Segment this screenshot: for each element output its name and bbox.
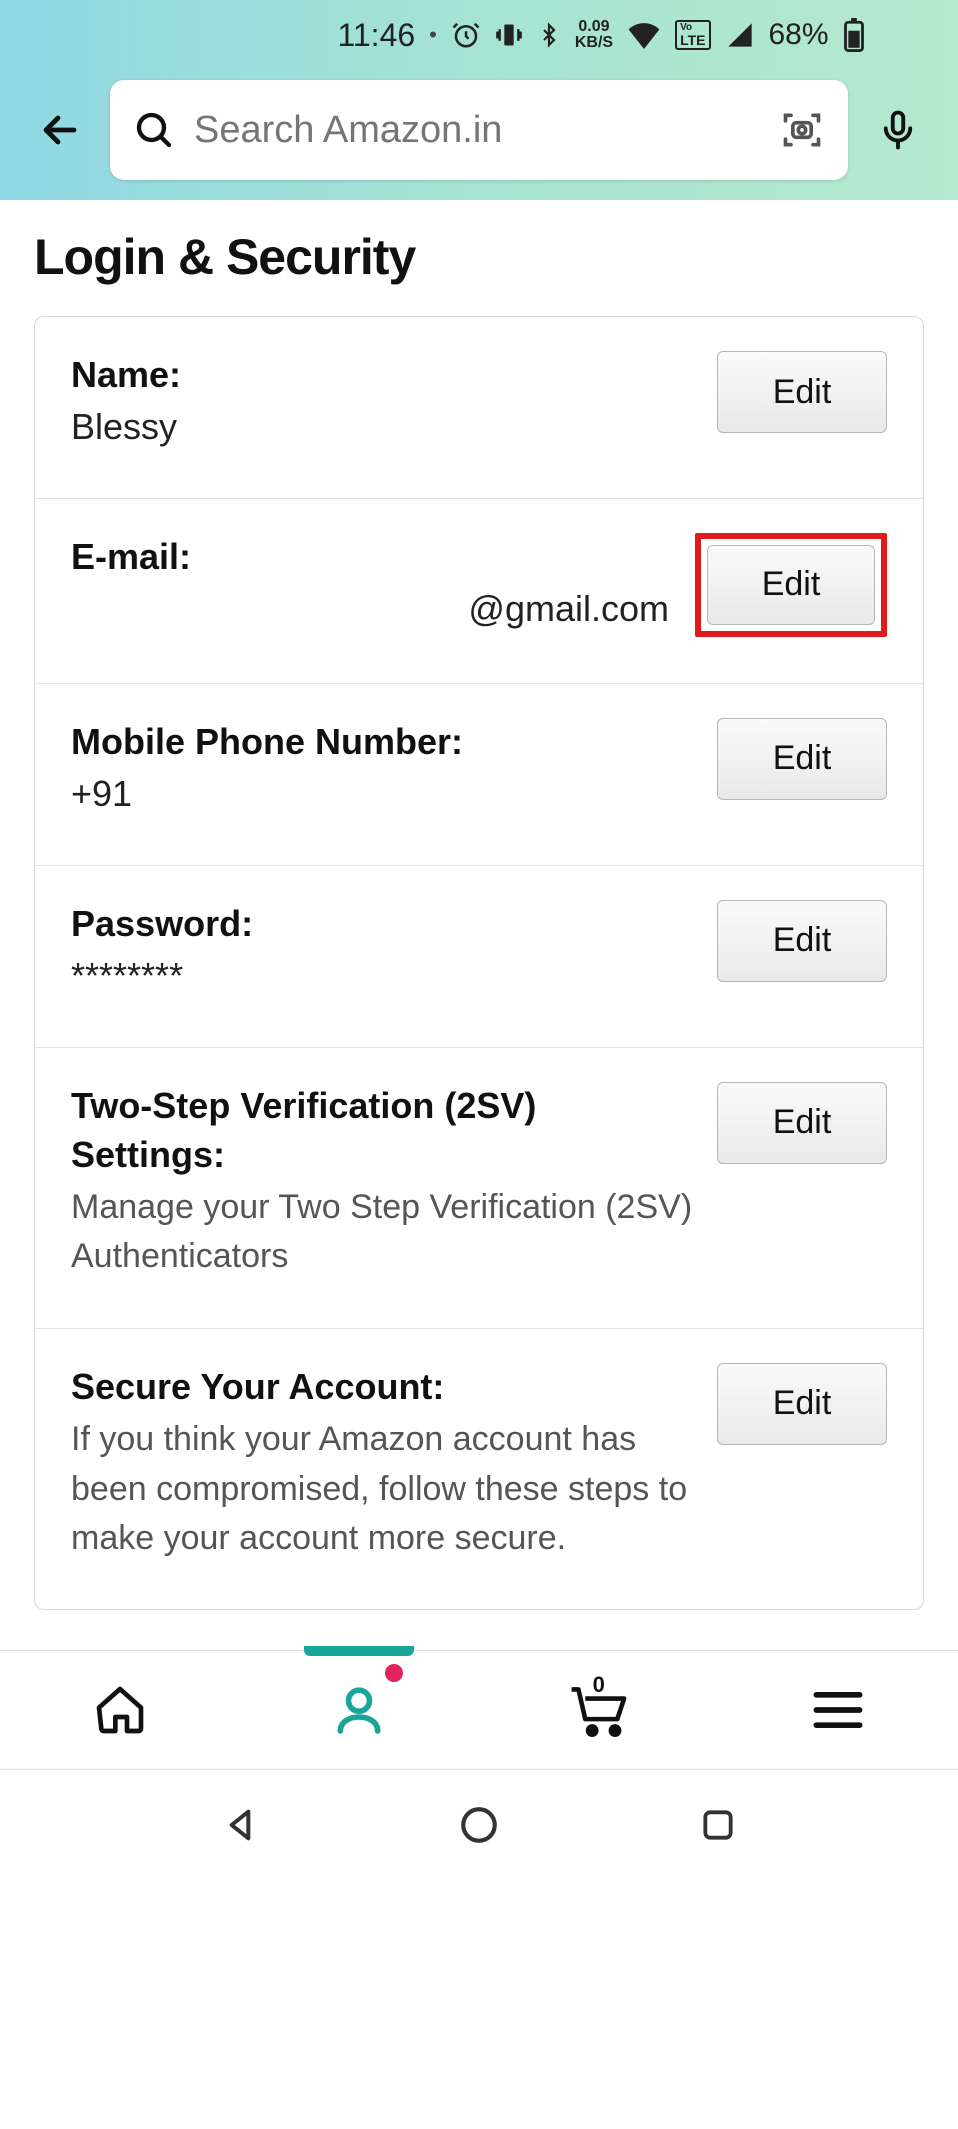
camera-scan-icon[interactable] [780, 108, 824, 152]
system-nav-bar [0, 1770, 958, 1880]
search-input[interactable] [194, 109, 760, 152]
phone-label: Mobile Phone Number: [71, 718, 697, 767]
edit-secure-button[interactable]: Edit [717, 1363, 887, 1445]
edit-email-button[interactable]: Edit [707, 545, 875, 625]
edit-name-button[interactable]: Edit [717, 351, 887, 433]
nav-account[interactable] [319, 1670, 399, 1750]
secure-label: Secure Your Account: [71, 1363, 697, 1412]
edit-phone-button[interactable]: Edit [717, 718, 887, 800]
row-password: Password: ******** Edit [35, 866, 923, 1048]
app-header: 11:46 • 0.09KB/S VoLTE 68% [0, 0, 958, 200]
row-email: E-mail: @gmail.com Edit [35, 499, 923, 684]
battery-percent: 68% [769, 18, 829, 52]
row-secure-account: Secure Your Account: If you think your A… [35, 1329, 923, 1609]
cart-count: 0 [593, 1672, 605, 1698]
row-two-step-verification: Two-Step Verification (2SV) Settings: Ma… [35, 1048, 923, 1329]
row-phone: Mobile Phone Number: +91 Edit [35, 684, 923, 866]
twosv-description: Manage your Two Step Verification (2SV) … [71, 1183, 697, 1282]
status-separator-dot: • [429, 22, 437, 48]
edit-twosv-button[interactable]: Edit [717, 1082, 887, 1164]
system-home-button[interactable] [449, 1795, 509, 1855]
notification-dot-icon [385, 1664, 403, 1682]
edit-password-button[interactable]: Edit [717, 900, 887, 982]
active-tab-indicator [304, 1646, 414, 1656]
vibrate-icon [495, 20, 523, 50]
name-value: Blessy [71, 402, 697, 452]
nav-menu[interactable] [798, 1670, 878, 1750]
wifi-icon [627, 21, 661, 49]
bluetooth-icon [537, 19, 561, 51]
password-value: ******** [71, 951, 697, 1001]
email-label: E-mail: [71, 533, 675, 582]
email-value: @gmail.com [71, 584, 675, 634]
nav-home[interactable] [80, 1670, 160, 1750]
signal-icon [725, 21, 755, 49]
voice-search-button[interactable] [868, 100, 928, 160]
system-back-button[interactable] [210, 1795, 270, 1855]
back-button[interactable] [30, 100, 90, 160]
app-bottom-nav: 0 [0, 1650, 958, 1770]
twosv-label: Two-Step Verification (2SV) Settings: [71, 1082, 697, 1179]
battery-icon [843, 18, 865, 52]
page-title: Login & Security [34, 228, 924, 286]
highlight-box: Edit [695, 533, 887, 637]
volte-badge: VoLTE [675, 20, 710, 50]
network-speed: 0.09KB/S [575, 19, 613, 51]
status-bar: 11:46 • 0.09KB/S VoLTE 68% [0, 0, 958, 70]
nav-cart[interactable]: 0 [559, 1670, 639, 1750]
name-label: Name: [71, 351, 697, 400]
row-name: Name: Blessy Edit [35, 317, 923, 499]
alarm-icon [451, 20, 481, 50]
system-recents-button[interactable] [688, 1795, 748, 1855]
phone-value: +91 [71, 769, 697, 819]
security-settings-card: Name: Blessy Edit E-mail: @gmail.com Edi… [34, 316, 924, 1610]
search-icon [134, 110, 174, 150]
password-label: Password: [71, 900, 697, 949]
search-box[interactable] [110, 80, 848, 180]
secure-description: If you think your Amazon account has bee… [71, 1415, 697, 1563]
status-time: 11:46 [337, 17, 415, 54]
